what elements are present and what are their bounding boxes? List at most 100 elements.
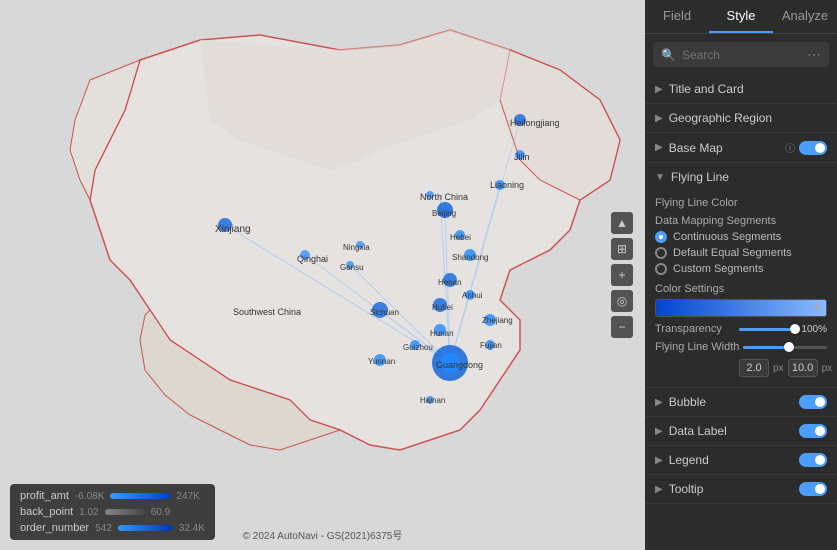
section-bubble-label: Bubble xyxy=(669,395,799,409)
map-controls: ▲ ⊞ + ◎ − xyxy=(611,212,633,338)
svg-text:Beijing: Beijing xyxy=(432,209,456,218)
map-svg: Xinjiang Qinghai Ningxia Gansu North Chi… xyxy=(0,0,645,550)
legend-profit-min: -6.08K xyxy=(75,491,104,502)
map-legend: profit_amt -6.08K 247K back_point 1.02 6… xyxy=(10,484,215,540)
radio-custom[interactable]: Custom Segments xyxy=(655,263,827,275)
legend-profit-max: 247K xyxy=(176,491,199,502)
section-tooltip-label: Tooltip xyxy=(669,482,799,496)
width-max-input[interactable] xyxy=(788,359,818,377)
tooltip-chevron-icon: ▶ xyxy=(655,484,663,495)
width-min-unit: px xyxy=(773,363,784,374)
transparency-value: 100% xyxy=(799,324,827,335)
data-label-chevron-icon: ▶ xyxy=(655,426,663,437)
bubble-toggle[interactable] xyxy=(799,395,827,409)
section-bubble[interactable]: ▶ Bubble xyxy=(645,388,837,417)
tab-field[interactable]: Field xyxy=(645,0,709,33)
line-width-thumb[interactable] xyxy=(784,342,794,352)
radio-default-equal[interactable]: Default Equal Segments xyxy=(655,247,827,259)
width-min-input[interactable] xyxy=(739,359,769,377)
map-locate[interactable]: ◎ xyxy=(611,290,633,312)
map-zoom-triangle[interactable]: ▲ xyxy=(611,212,633,234)
radio-default-equal-label: Default Equal Segments xyxy=(673,247,792,259)
transparency-label: Transparency xyxy=(655,323,735,335)
tooltip-toggle[interactable] xyxy=(799,482,827,496)
radio-continuous-dot[interactable] xyxy=(655,231,667,243)
section-tooltip[interactable]: ▶ Tooltip xyxy=(645,475,837,504)
legend-back: back_point 1.02 60.9 xyxy=(20,506,205,518)
search-bar[interactable]: 🔍 ⋯ xyxy=(653,42,829,67)
data-label-toggle[interactable] xyxy=(799,424,827,438)
radio-default-equal-dot[interactable] xyxy=(655,247,667,259)
section-title-card[interactable]: ▶ Title and Card xyxy=(645,75,837,104)
svg-text:Southwest China: Southwest China xyxy=(233,307,301,317)
radio-continuous[interactable]: Continuous Segments xyxy=(655,231,827,243)
base-map-toggle[interactable] xyxy=(799,141,827,155)
map-zoom-minus[interactable]: − xyxy=(611,316,633,338)
svg-text:Guangdong: Guangdong xyxy=(436,360,483,370)
section-geographic-region[interactable]: ▶ Geographic Region xyxy=(645,104,837,133)
chevron-right-icon-3: ▶ xyxy=(655,142,663,153)
radio-custom-dot[interactable] xyxy=(655,263,667,275)
svg-text:North China: North China xyxy=(420,192,468,202)
section-geo-label: Geographic Region xyxy=(669,111,827,125)
section-legend[interactable]: ▶ Legend xyxy=(645,446,837,475)
map-zoom-plus[interactable]: + xyxy=(611,264,633,286)
legend-back-min: 1.02 xyxy=(79,507,98,518)
map-container[interactable]: Xinjiang Qinghai Ningxia Gansu North Chi… xyxy=(0,0,645,550)
svg-text:Henan: Henan xyxy=(438,278,462,287)
legend-profit-bar xyxy=(110,493,170,499)
legend-order-max: 32.4K xyxy=(179,523,205,534)
tab-style[interactable]: Style xyxy=(709,0,773,33)
radio-group-segments: Continuous Segments Default Equal Segmen… xyxy=(655,231,827,275)
legend-order: order_number 542 32.4K xyxy=(20,522,205,534)
legend-order-min: 542 xyxy=(95,523,112,534)
dropdown-arrow-icon: ▼ xyxy=(812,303,822,314)
transparency-row: Transparency 100% xyxy=(655,323,827,335)
radio-continuous-label: Continuous Segments xyxy=(673,231,781,243)
tab-analyze[interactable]: Analyze xyxy=(773,0,837,33)
map-attribution: © 2024 AutoNavi - GS(2021)6375号 xyxy=(243,527,403,542)
map-zoom-box[interactable]: ⊞ xyxy=(611,238,633,260)
legend-back-bar xyxy=(105,509,145,515)
svg-text:Anhui: Anhui xyxy=(462,291,483,300)
line-width-label: Flying Line Width xyxy=(655,341,739,353)
svg-text:Guizhou: Guizhou xyxy=(403,343,433,352)
flying-line-color-label: Flying Line Color xyxy=(655,197,827,209)
svg-text:Hubei: Hubei xyxy=(432,303,453,312)
width-inputs-row: px px xyxy=(655,359,827,377)
transparency-fill xyxy=(739,328,795,331)
right-panel: Field Style Analyze 🔍 ⋯ ▶ Title and Card… xyxy=(645,0,837,550)
legend-toggle[interactable] xyxy=(799,453,827,467)
options-icon[interactable]: ⋯ xyxy=(807,46,821,63)
svg-text:Heilongjiang: Heilongjiang xyxy=(510,118,560,128)
legend-order-bar xyxy=(118,525,173,531)
legend-profit-label: profit_amt xyxy=(20,490,69,502)
legend-back-max: 60.9 xyxy=(151,507,170,518)
section-base-map[interactable]: ▶ Base Map ⓘ xyxy=(645,133,837,163)
svg-text:Jilin: Jilin xyxy=(514,152,530,162)
chevron-right-icon-2: ▶ xyxy=(655,113,663,124)
color-gradient-bar[interactable]: ▼ xyxy=(655,299,827,317)
line-width-slider[interactable] xyxy=(743,346,827,349)
flying-line-header[interactable]: ▼ Flying Line xyxy=(655,163,827,191)
svg-text:Hebei: Hebei xyxy=(450,233,471,242)
color-settings-label: Color Settings xyxy=(655,283,827,295)
data-mapping-label: Data Mapping Segments xyxy=(655,215,827,227)
search-input[interactable] xyxy=(682,48,801,62)
svg-text:Ningxia: Ningxia xyxy=(343,243,370,252)
section-data-label[interactable]: ▶ Data Label xyxy=(645,417,837,446)
transparency-slider[interactable] xyxy=(739,328,795,331)
svg-text:Sichuan: Sichuan xyxy=(370,308,399,317)
info-icon: ⓘ xyxy=(785,140,795,155)
line-width-row: Flying Line Width xyxy=(655,341,827,353)
section-title-card-label: Title and Card xyxy=(669,82,827,96)
svg-text:Fujian: Fujian xyxy=(480,341,502,350)
legend-profit: profit_amt -6.08K 247K xyxy=(20,490,205,502)
svg-text:Hunan: Hunan xyxy=(430,329,454,338)
svg-text:Hainan: Hainan xyxy=(420,396,445,405)
transparency-thumb[interactable] xyxy=(790,324,800,334)
section-base-map-label: Base Map xyxy=(669,141,785,155)
legend-chevron-icon: ▶ xyxy=(655,455,663,466)
svg-text:Qinghai: Qinghai xyxy=(297,254,328,264)
legend-back-label: back_point xyxy=(20,506,73,518)
